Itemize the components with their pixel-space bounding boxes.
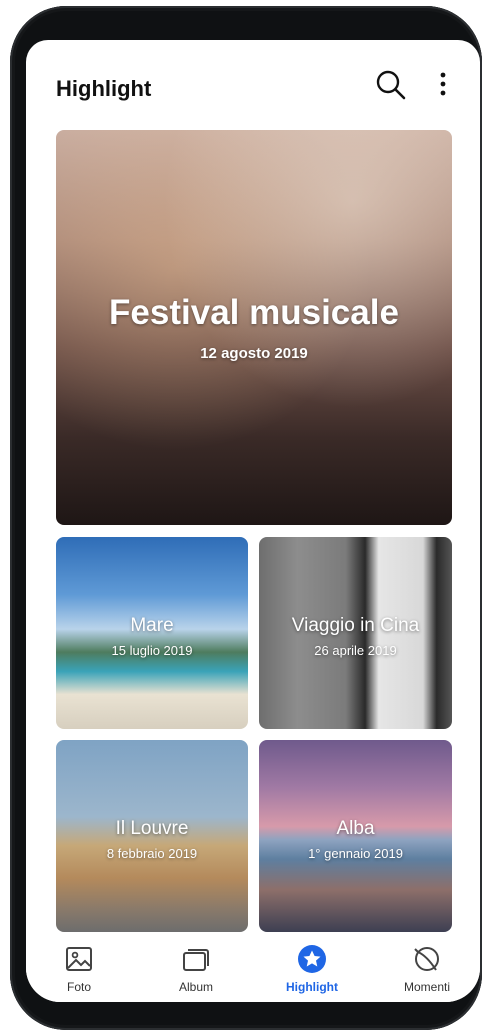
- highlight-card-il-louvre[interactable]: Il Louvre 8 febbraio 2019: [56, 740, 248, 932]
- more-vertical-icon: [440, 72, 446, 96]
- tab-label: Foto: [66, 980, 91, 994]
- more-options-button[interactable]: [431, 68, 455, 102]
- card-title: Viaggio in Cina: [291, 615, 420, 636]
- album-icon: [183, 949, 209, 971]
- tab-album[interactable]: Album: [151, 944, 241, 994]
- tab-label: Highlight: [286, 980, 338, 994]
- card-date: 15 luglio 2019: [111, 643, 193, 658]
- card-date: 12 agosto 2019: [200, 345, 308, 362]
- tab-momenti[interactable]: Momenti: [382, 944, 472, 994]
- tab-label: Momenti: [403, 980, 450, 994]
- highlight-card-alba[interactable]: Alba 1° gennaio 2019: [259, 740, 452, 932]
- tab-highlight[interactable]: Highlight: [267, 944, 357, 994]
- momenti-icon: [414, 947, 439, 971]
- page-title: Highlight: [56, 76, 152, 101]
- tab-foto[interactable]: Foto: [34, 944, 124, 994]
- card-date: 26 aprile 2019: [314, 643, 397, 658]
- card-title: Il Louvre: [115, 818, 189, 839]
- highlight-card-mare[interactable]: Mare 15 luglio 2019: [56, 537, 248, 729]
- card-title: Alba: [336, 818, 375, 839]
- search-button[interactable]: [374, 68, 408, 102]
- card-date: 1° gennaio 2019: [308, 846, 403, 861]
- tab-label: Album: [178, 980, 213, 994]
- search-icon: [376, 70, 406, 100]
- card-title: Mare: [130, 615, 174, 636]
- star-icon: [298, 945, 326, 973]
- bottom-navigation: Foto Album Highlight Momenti: [26, 938, 480, 1002]
- screen: Highlight Festival musicale 12 agosto 20…: [26, 40, 480, 1002]
- card-date: 8 febbraio 2019: [106, 846, 198, 861]
- card-title: Festival musicale: [109, 293, 399, 332]
- image-icon: [66, 947, 92, 971]
- featured-highlight-card[interactable]: Festival musicale 12 agosto 2019: [56, 130, 452, 525]
- highlight-card-viaggio-in-cina[interactable]: Viaggio in Cina 26 aprile 2019: [259, 537, 452, 729]
